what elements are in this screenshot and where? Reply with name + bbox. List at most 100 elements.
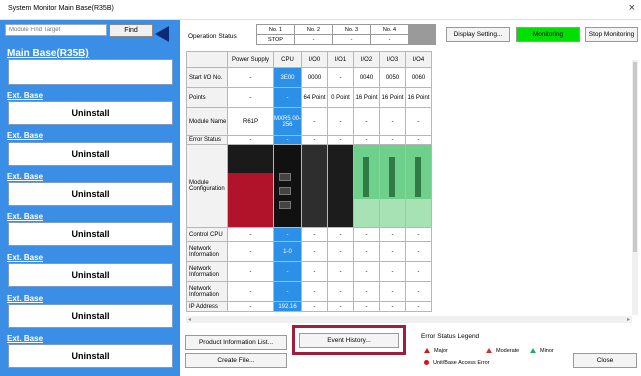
- status-header-4: No. 4: [370, 24, 409, 35]
- power-supply-module[interactable]: [227, 144, 274, 228]
- cell: 16 Point: [379, 87, 406, 108]
- cell: -: [327, 107, 354, 136]
- ext-base-link-5[interactable]: Ext. Base: [7, 253, 43, 262]
- moderate-icon: [486, 348, 492, 353]
- uninstall-button-2[interactable]: Uninstall: [8, 142, 173, 166]
- cell: -: [405, 301, 432, 312]
- scroll-right-icon[interactable]: ▸: [627, 316, 630, 323]
- product-info-list-button[interactable]: Product Information List...: [185, 335, 287, 350]
- module-grid: Power Supply CPU I/O0 I/O1 I/O2 I/O3 I/O…: [186, 51, 432, 312]
- close-icon[interactable]: ×: [629, 2, 635, 14]
- io0-module[interactable]: [301, 144, 328, 228]
- col-header-io1: I/O1: [327, 51, 354, 68]
- io4-module[interactable]: [405, 144, 432, 228]
- cell: -: [227, 227, 274, 242]
- ext-base-link-4[interactable]: Ext. Base: [7, 212, 43, 221]
- cell: -: [301, 301, 328, 312]
- uninstall-button-5[interactable]: Uninstall: [8, 263, 173, 287]
- cell: -: [353, 227, 380, 242]
- legend-major-label: Major: [434, 348, 448, 354]
- cell: 0050: [379, 67, 406, 88]
- stop-monitoring-button[interactable]: Stop Monitoring: [585, 27, 638, 42]
- error-status-legend: Error Status Legend Major Moderate Minor…: [416, 330, 562, 370]
- cell: -: [227, 67, 274, 88]
- uninstall-button-6[interactable]: Uninstall: [8, 304, 173, 328]
- row-label-module-config: Module Configuration: [186, 144, 228, 228]
- cell: -: [379, 301, 406, 312]
- cell: -: [227, 87, 274, 108]
- scroll-left-icon[interactable]: ◂: [188, 316, 191, 323]
- status-value-4: -: [370, 34, 409, 45]
- cell: -: [327, 241, 354, 262]
- legend-unit-error: Unit/Base Access Error: [424, 360, 490, 366]
- cell: 192.16: [273, 301, 302, 312]
- cpu-module[interactable]: [273, 144, 302, 228]
- col-header-io3: I/O3: [379, 51, 406, 68]
- operation-status-table: No. 1 No. 2 No. 3 No. 4 STOP - - -: [256, 24, 409, 45]
- uninstall-button-4[interactable]: Uninstall: [8, 222, 173, 246]
- cell: 16 Point: [405, 87, 432, 108]
- base-list-panel: Find Main Base(R35B) Ext. Base Uninstall…: [0, 20, 180, 376]
- unit-error-icon: [424, 360, 429, 365]
- display-setting-button[interactable]: Display Setting...: [446, 27, 510, 42]
- cell: 0060: [405, 67, 432, 88]
- cell: -: [327, 227, 354, 242]
- cell: -: [353, 281, 380, 302]
- legend-moderate: Moderate: [486, 348, 519, 354]
- col-header-io4: I/O4: [405, 51, 432, 68]
- cell: -: [301, 261, 328, 282]
- cell: -: [273, 87, 302, 108]
- legend-minor-label: Minor: [540, 348, 554, 354]
- status-indicator: [408, 24, 436, 45]
- module-find-input[interactable]: [5, 24, 107, 36]
- row-label-ip-address: IP Address: [186, 301, 228, 312]
- row-label-network-info-3: Network Information: [186, 281, 228, 302]
- operation-status-label: Operation Status: [188, 33, 237, 40]
- main-base-slot[interactable]: [8, 59, 173, 85]
- horizontal-scrollbar[interactable]: ◂ ▸: [186, 316, 632, 323]
- cell: -: [327, 301, 354, 312]
- event-history-button[interactable]: Event History...: [299, 333, 399, 348]
- close-button[interactable]: Close: [573, 353, 637, 368]
- uninstall-button-7[interactable]: Uninstall: [8, 344, 173, 368]
- scrollbar-thumb[interactable]: [633, 62, 637, 252]
- ext-base-link-2[interactable]: Ext. Base: [7, 131, 43, 140]
- cell: -: [273, 135, 302, 145]
- io3-module[interactable]: [379, 144, 406, 228]
- cell: -: [353, 241, 380, 262]
- cell: -: [301, 227, 328, 242]
- status-header-3: No. 3: [332, 24, 371, 35]
- ext-base-link-3[interactable]: Ext. Base: [7, 172, 43, 181]
- create-file-button[interactable]: Create File...: [185, 353, 287, 368]
- cell: -: [379, 281, 406, 302]
- cell: -: [227, 301, 274, 312]
- find-button[interactable]: Find: [109, 24, 153, 37]
- row-label-network-info-2: Network Information: [186, 261, 228, 282]
- col-header-io2: I/O2: [353, 51, 380, 68]
- ext-base-link-6[interactable]: Ext. Base: [7, 294, 43, 303]
- cell: -: [353, 301, 380, 312]
- io2-module[interactable]: [353, 144, 380, 228]
- monitoring-button[interactable]: Monitoring: [516, 27, 580, 42]
- cell: 16 Point: [353, 87, 380, 108]
- ext-base-link-1[interactable]: Ext. Base: [7, 91, 43, 100]
- col-header-cpu: CPU: [273, 51, 302, 68]
- row-label-points: Points: [186, 87, 228, 108]
- ext-base-link-7[interactable]: Ext. Base: [7, 334, 43, 343]
- uninstall-button-3[interactable]: Uninstall: [8, 182, 173, 206]
- status-value-1: STOP: [256, 34, 295, 45]
- legend-minor: Minor: [530, 348, 554, 354]
- status-header-1: No. 1: [256, 24, 295, 35]
- cell: R61P: [227, 107, 274, 136]
- io1-module[interactable]: [327, 144, 354, 228]
- status-header-2: No. 2: [294, 24, 333, 35]
- collapse-arrow-icon[interactable]: [155, 26, 169, 42]
- row-label-module-name: Module Name: [186, 107, 228, 136]
- vertical-scrollbar[interactable]: [632, 60, 638, 315]
- major-icon: [424, 348, 430, 353]
- cell: -: [379, 135, 406, 145]
- legend-major: Major: [424, 348, 448, 354]
- uninstall-button-1[interactable]: Uninstall: [8, 101, 173, 125]
- main-base-link[interactable]: Main Base(R35B): [7, 48, 89, 59]
- cell: -: [405, 135, 432, 145]
